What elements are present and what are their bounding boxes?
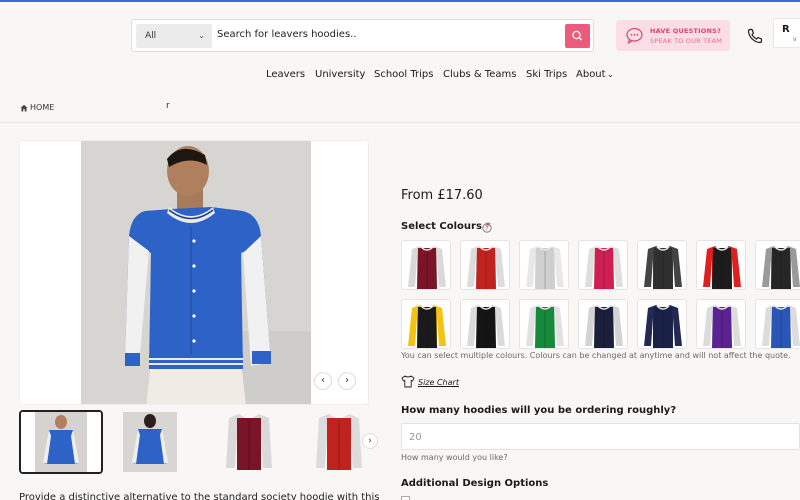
search-category-select[interactable]: All ⌄ (136, 24, 212, 48)
thumbnail-2[interactable] (119, 410, 203, 474)
colour-swatch[interactable] (519, 240, 569, 290)
gallery-next-button[interactable]: › (338, 372, 356, 390)
nav-item-ski-trips[interactable]: Ski Trips (526, 69, 567, 80)
jacket-swatch-image (644, 246, 682, 289)
jacket-swatch-image (467, 305, 505, 348)
jacket-swatch-image (585, 305, 623, 348)
jacket-swatch-image (644, 305, 682, 348)
jacket-swatch-image (703, 305, 741, 348)
search-category-value: All (145, 31, 157, 41)
help-subtitle: SPEAK TO OUR TEAM (650, 37, 723, 45)
thumbnail-1[interactable] (19, 410, 103, 474)
thumbnail-3[interactable] (209, 410, 293, 474)
account-chevron: v (793, 36, 797, 43)
jacket-swatch-image (703, 246, 741, 289)
jacket-swatch-image (467, 246, 505, 289)
help-title: HAVE QUESTIONS? (650, 27, 721, 35)
jacket-swatch-image (585, 246, 623, 289)
quantity-input[interactable]: 20 (401, 423, 800, 450)
product-image-gallery: ‹ › (19, 140, 369, 405)
colour-swatch[interactable] (696, 240, 746, 290)
colour-swatch[interactable] (460, 299, 510, 349)
breadcrumb-home[interactable]: HOME (30, 103, 54, 112)
design-option-checkbox[interactable] (401, 496, 410, 500)
jacket-swatch-image (408, 305, 446, 348)
main-nav: Leavers University School Trips Clubs & … (0, 69, 800, 83)
home-icon (20, 104, 28, 112)
info-icon[interactable]: ? (482, 223, 492, 233)
thumb-image (119, 410, 203, 474)
colour-swatch[interactable] (755, 240, 800, 290)
colour-swatch[interactable] (578, 240, 628, 290)
colour-swatch[interactable] (401, 240, 451, 290)
search-button[interactable] (565, 24, 590, 48)
jacket-swatch-image (762, 246, 800, 289)
nav-item-leavers[interactable]: Leavers (266, 69, 305, 80)
gallery-prev-button[interactable]: ‹ (314, 372, 332, 390)
search-icon (572, 30, 582, 41)
account-button[interactable]: R v (773, 18, 800, 48)
jacket-swatch-image (762, 305, 800, 348)
account-initial: R (782, 24, 790, 35)
chevron-down-icon: ⌄ (198, 31, 205, 40)
nav-item-university[interactable]: University (315, 69, 365, 80)
tshirt-icon (401, 375, 415, 388)
speak-to-team-button[interactable]: HAVE QUESTIONS? SPEAK TO OUR TEAM (616, 20, 730, 51)
thumb-image (21, 412, 101, 472)
header-divider (0, 122, 800, 123)
product-main-image (81, 141, 311, 404)
svg-text:?: ? (485, 225, 488, 232)
jacket-swatch-image (526, 246, 564, 289)
colour-swatch[interactable] (637, 299, 687, 349)
colour-swatch[interactable] (519, 299, 569, 349)
colour-swatch[interactable] (755, 299, 800, 349)
select-colours-label: Select Colours * (401, 221, 491, 232)
jacket-swatch-image (408, 246, 446, 289)
nav-item-clubs-teams[interactable]: Clubs & Teams (443, 69, 516, 80)
model-wearing-jacket-image (81, 141, 311, 404)
colour-swatch[interactable] (401, 299, 451, 349)
colour-swatch[interactable] (578, 299, 628, 349)
nav-item-school-trips[interactable]: School Trips (374, 69, 433, 80)
breadcrumb-current: r (166, 101, 170, 111)
select-colours-text: Select Colours (401, 221, 482, 232)
quantity-question: How many hoodies will you be ordering ro… (401, 405, 677, 416)
search-bar: All ⌄ Search for leavers hoodies.. (131, 19, 594, 52)
site-header: All ⌄ Search for leavers hoodies.. HAVE … (0, 2, 800, 64)
thumbnails-next-button[interactable]: › (362, 433, 378, 449)
product-price: From £17.60 (401, 188, 483, 203)
colour-note: You can select multiple colours. Colours… (401, 351, 791, 360)
additional-design-options-heading: Additional Design Options (401, 478, 549, 489)
quantity-hint: How many would you like? (401, 453, 508, 462)
colour-swatch[interactable] (696, 299, 746, 349)
thumb-image (209, 410, 293, 474)
nav-item-about[interactable]: About (576, 69, 606, 80)
chat-bubble-icon (626, 28, 643, 44)
search-input[interactable]: Search for leavers hoodies.. (217, 29, 357, 40)
product-description: Provide a distinctive alternative to the… (19, 492, 380, 500)
chevron-down-icon: ⌄ (607, 70, 614, 79)
jacket-swatch-image (526, 305, 564, 348)
phone-icon[interactable] (746, 27, 764, 45)
size-chart-label: Size Chart (418, 378, 459, 387)
colour-swatch[interactable] (637, 240, 687, 290)
gallery-thumbnails: › (19, 410, 383, 474)
colour-swatch[interactable] (460, 240, 510, 290)
